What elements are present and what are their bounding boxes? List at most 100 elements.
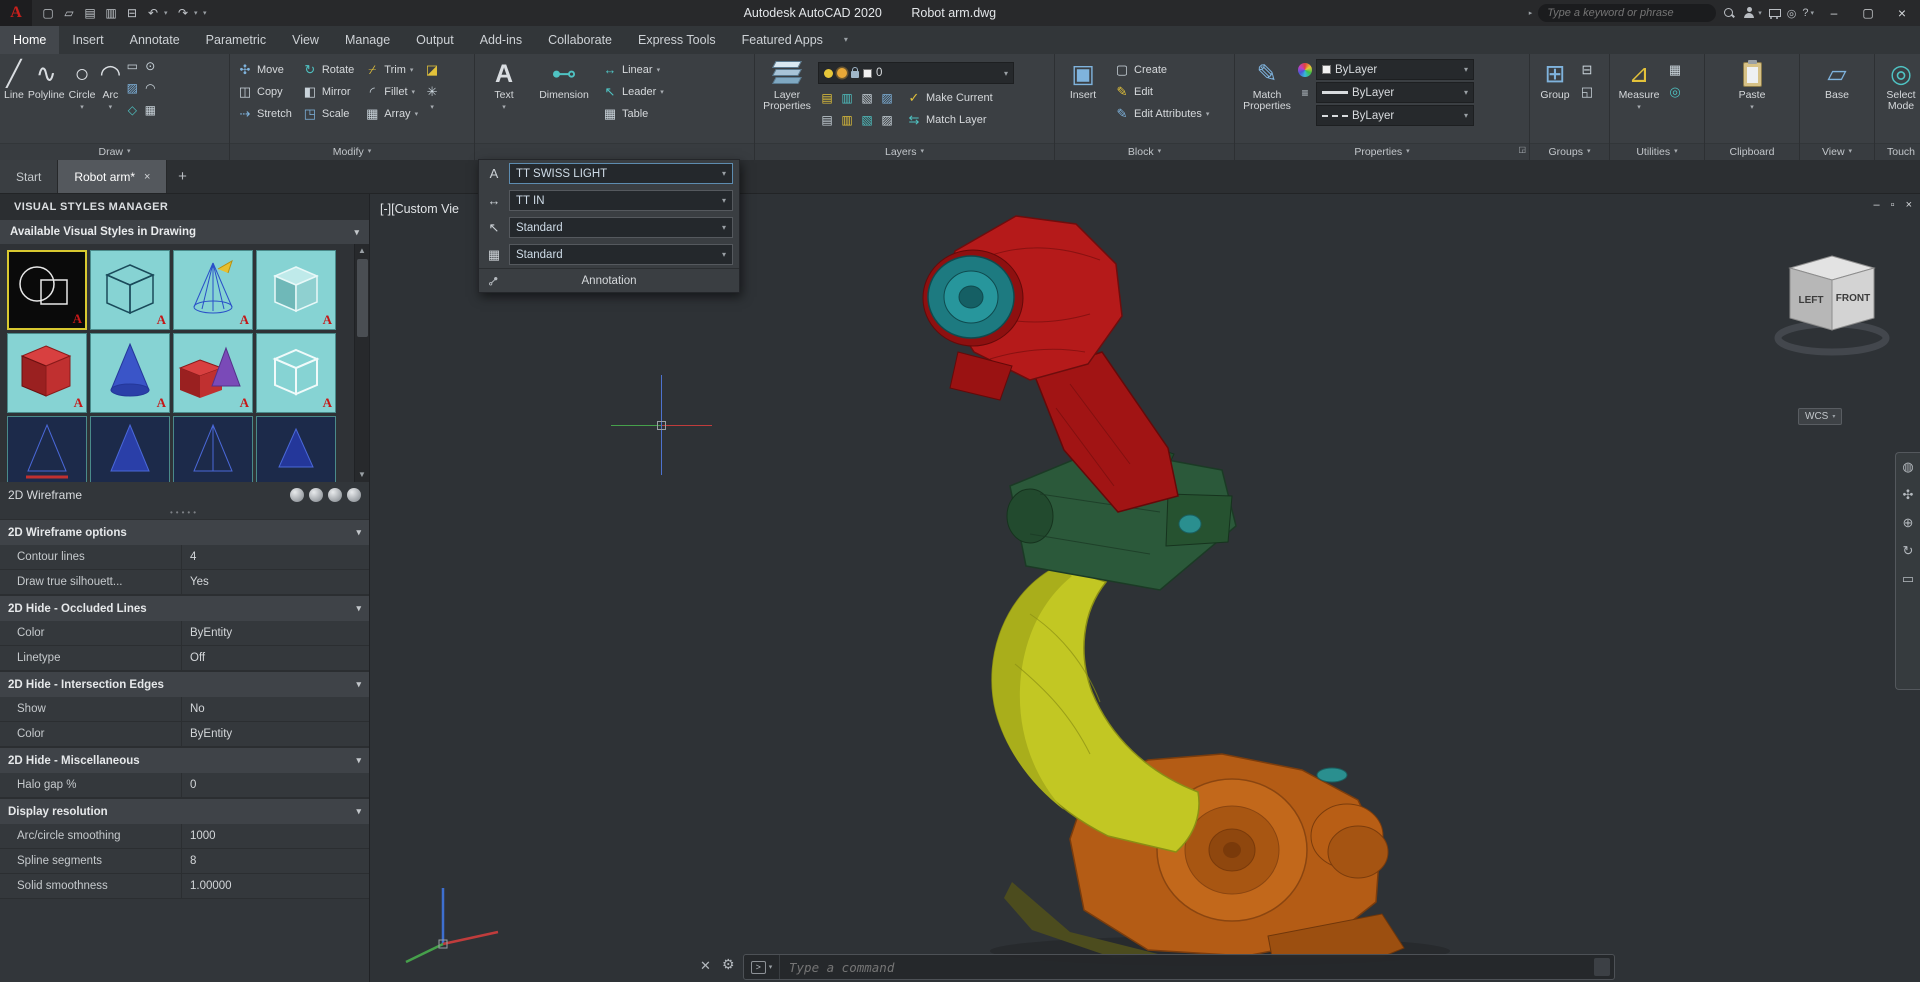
make-current-button[interactable]: ✓ Make Current xyxy=(902,87,997,108)
color-sphere-icon[interactable] xyxy=(1298,62,1312,77)
tab-collaborate[interactable]: Collaborate xyxy=(535,26,625,54)
linear-button[interactable]: ↔ Linear ▾ xyxy=(598,59,668,80)
layer-isolate-icon[interactable]: ▥ xyxy=(838,88,856,108)
group-intersection-edges[interactable]: 2D Hide - Intersection Edges ▾ xyxy=(0,671,369,697)
style-thumb-hidden[interactable]: A xyxy=(173,250,253,330)
layer-properties-button[interactable]: Layer Properties xyxy=(758,56,816,143)
maximize-button[interactable]: ▢ xyxy=(1854,1,1882,25)
wcs-menu[interactable]: WCS ▾ xyxy=(1798,408,1843,425)
multileader-style-select[interactable]: Standard ▾ xyxy=(509,217,733,238)
group-2d-wireframe-options[interactable]: 2D Wireframe options ▾ xyxy=(0,519,369,545)
circle-button[interactable]: ○ Circle ▾ xyxy=(68,56,97,143)
viewport-controls-label[interactable]: [-][Custom Vie xyxy=(380,202,459,216)
tab-insert[interactable]: Insert xyxy=(59,26,116,54)
linetype-select[interactable]: ByLayer ▾ xyxy=(1316,105,1474,126)
tab-parametric[interactable]: Parametric xyxy=(193,26,279,54)
panel-label-modify[interactable]: Modify ▾ xyxy=(230,143,474,160)
open-file-icon[interactable]: ▱ xyxy=(59,3,79,23)
scale-button[interactable]: ◳ Scale xyxy=(298,103,358,124)
connect-icon[interactable]: ◎ xyxy=(1787,7,1797,20)
minimize-button[interactable]: – xyxy=(1820,1,1848,25)
layer-select[interactable]: 0 ▾ xyxy=(818,62,1014,84)
panel-label-block[interactable]: Block ▾ xyxy=(1055,143,1234,160)
style-thumb-conceptual[interactable]: A xyxy=(90,250,170,330)
copy-button[interactable]: ◫ Copy xyxy=(233,81,296,102)
modify-more-icon[interactable]: ▾ xyxy=(424,103,440,111)
style-thumb-shades-of-gray[interactable]: A xyxy=(173,333,253,413)
layer-walk-icon[interactable]: ▨ xyxy=(878,110,896,130)
full-navigation-wheel-icon[interactable]: ◍ xyxy=(1902,459,1913,475)
undo-icon[interactable]: ↶ xyxy=(143,3,163,23)
id-point-icon[interactable]: ◎ xyxy=(1667,81,1683,102)
file-tab-robot-arm[interactable]: Robot arm* × xyxy=(58,160,168,193)
doc-minimize-icon[interactable]: – xyxy=(1874,199,1880,211)
drawing-viewport[interactable]: [-][Custom Vie – ▫ × LEFT FRONT WCS ▾ ◍ … xyxy=(370,194,1920,982)
properties-list-icon[interactable]: ≡ xyxy=(1298,86,1312,100)
layer-off-icon[interactable]: ▤ xyxy=(818,88,836,108)
app-store-cart-icon[interactable] xyxy=(1768,8,1781,19)
layer-unlock-all-icon[interactable]: ▧ xyxy=(858,110,876,130)
create-block-button[interactable]: ▢ Create xyxy=(1110,59,1213,80)
match-layer-button[interactable]: ⇆ Match Layer xyxy=(902,109,991,130)
layer-lock-tool-icon[interactable]: ▨ xyxy=(878,88,896,108)
panel-label-touch[interactable]: Touch xyxy=(1875,143,1920,160)
scrollbar-thumb[interactable] xyxy=(357,259,368,337)
panel-label-layers[interactable]: Layers ▾ xyxy=(755,143,1054,160)
fillet-button[interactable]: ◜ Fillet ▾ xyxy=(360,81,422,102)
new-tab-button[interactable]: + xyxy=(167,160,197,193)
move-button[interactable]: ✣ Move xyxy=(233,59,296,80)
command-input[interactable] xyxy=(780,959,1594,975)
insert-button[interactable]: ▣ Insert xyxy=(1058,56,1108,143)
array-button[interactable]: ▦ Array ▾ xyxy=(360,103,422,124)
search-binoculars-icon[interactable] xyxy=(1722,6,1736,20)
new-file-icon[interactable]: ▢ xyxy=(38,3,58,23)
dimension-button[interactable]: ⊷ Dimension xyxy=(532,56,596,143)
group-edit-icon[interactable]: ◱ xyxy=(1579,81,1595,102)
style-thumb-extra-2[interactable] xyxy=(256,416,336,482)
tab-annotate[interactable]: Annotate xyxy=(117,26,193,54)
pin-icon[interactable]: ⊶ xyxy=(484,271,502,289)
region-icon[interactable]: ▦ xyxy=(142,103,158,124)
qat-customize-icon[interactable]: ▾ xyxy=(203,9,211,17)
point-icon[interactable]: ◇ xyxy=(124,103,140,124)
new-style-icon[interactable] xyxy=(309,488,323,502)
app-menu-button[interactable]: A xyxy=(0,0,32,26)
redo-icon[interactable]: ↷ xyxy=(173,3,193,23)
layer-unisolate-icon[interactable]: ▤ xyxy=(818,110,836,130)
apply-style-icon[interactable] xyxy=(290,488,304,502)
save-icon[interactable]: ▤ xyxy=(80,3,100,23)
leader-button[interactable]: ↖ Leader ▾ xyxy=(598,81,668,102)
command-customize-icon[interactable]: ⚙ xyxy=(722,956,735,973)
tab-view[interactable]: View xyxy=(279,26,332,54)
panel-label-properties[interactable]: Properties ▾ ◲ xyxy=(1235,143,1529,160)
line-button[interactable]: ╱ Line xyxy=(3,56,25,143)
style-thumb-wireframe[interactable] xyxy=(7,416,87,482)
ungroup-icon[interactable]: ⊟ xyxy=(1579,59,1595,80)
doc-restore-icon[interactable]: ▫ xyxy=(1891,199,1895,211)
panel-label-view[interactable]: View ▾ xyxy=(1800,143,1874,160)
command-prompt-icon[interactable]: > ▾ xyxy=(744,955,780,979)
show-motion-icon[interactable]: ▭ xyxy=(1902,571,1914,587)
search-box[interactable] xyxy=(1538,4,1717,22)
group-occluded-lines[interactable]: 2D Hide - Occluded Lines ▾ xyxy=(0,595,369,621)
pan-icon[interactable]: ✣ xyxy=(1903,487,1914,503)
properties-launcher-icon[interactable]: ◲ xyxy=(1518,142,1526,158)
orbit-icon[interactable]: ↻ xyxy=(1903,543,1914,559)
undo-caret-icon[interactable]: ▾ xyxy=(164,9,172,17)
help-icon[interactable]: ? ▾ xyxy=(1802,7,1814,19)
style-thumb-sketchy[interactable]: A xyxy=(256,333,336,413)
panel-label-groups[interactable]: Groups ▾ xyxy=(1530,143,1609,160)
hatch-icon[interactable]: ▨ xyxy=(124,81,140,102)
close-button[interactable]: × xyxy=(1888,1,1916,25)
tab-featured-apps[interactable]: Featured Apps xyxy=(729,26,836,54)
palette-drag-handle[interactable]: ••••• xyxy=(0,508,369,519)
layer-freeze-icon[interactable]: ▧ xyxy=(858,88,876,108)
base-button[interactable]: ▱ Base xyxy=(1814,56,1860,143)
command-line[interactable]: > ▾ xyxy=(743,954,1615,980)
redo-caret-icon[interactable]: ▾ xyxy=(194,9,202,17)
plot-icon[interactable]: ⊟ xyxy=(122,3,142,23)
palette-section-header[interactable]: Available Visual Styles in Drawing ▾ xyxy=(0,220,369,244)
style-thumb-realistic[interactable]: A xyxy=(256,250,336,330)
style-thumb-extra-1[interactable] xyxy=(173,416,253,482)
tab-express-tools[interactable]: Express Tools xyxy=(625,26,729,54)
